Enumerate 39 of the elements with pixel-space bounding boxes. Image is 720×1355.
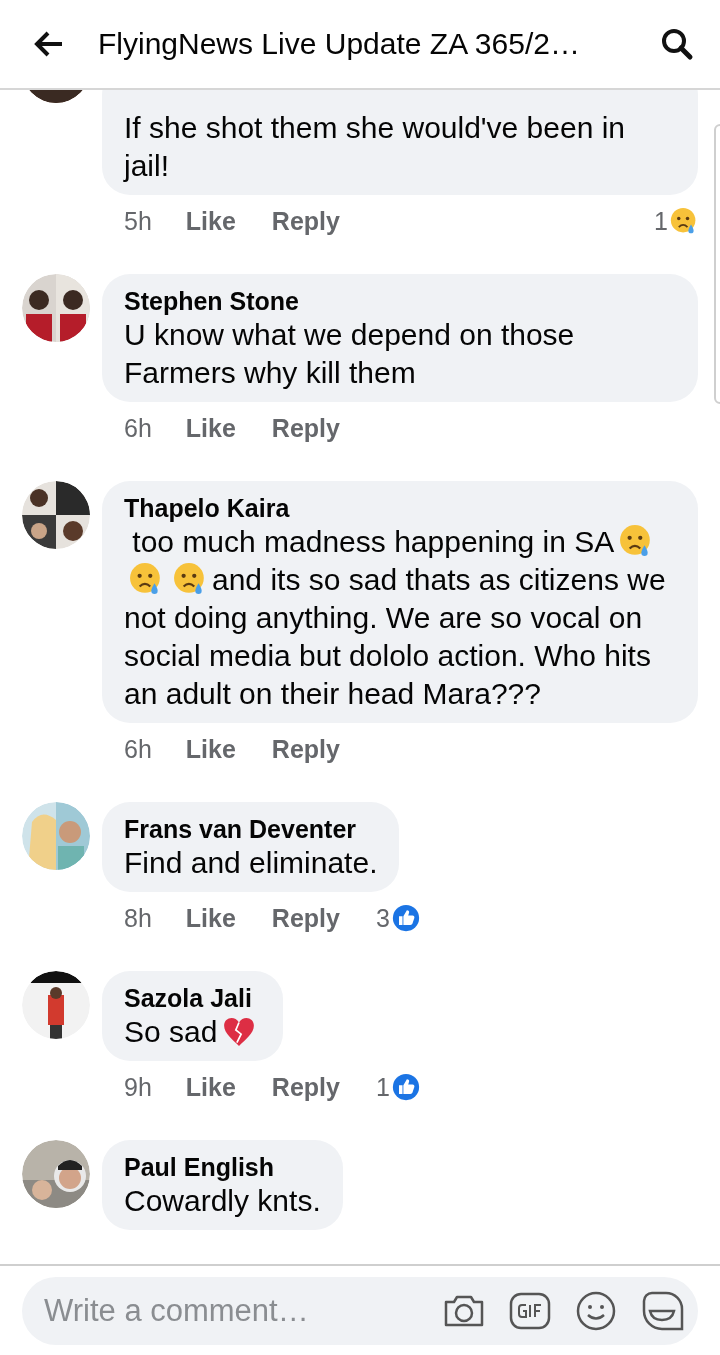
comment-text: too much madness happening in SA <box>131 525 615 558</box>
post-title: FlyingNews Live Update ZA 365/2… <box>98 27 581 61</box>
comment-text: So sad <box>124 1015 218 1048</box>
reaction-count: 3 <box>375 903 390 933</box>
reaction-count: 1 <box>375 1072 390 1102</box>
search-icon[interactable] <box>660 27 694 61</box>
like-link[interactable]: Like <box>185 206 236 236</box>
commenter-name[interactable]: Stephen Stone <box>124 286 676 316</box>
reaction-count: 1 <box>654 206 668 236</box>
sad-face-icon <box>129 562 163 596</box>
like-link[interactable]: Like <box>185 1072 236 1102</box>
commenter-name[interactable]: Frans van Deventer <box>124 814 378 844</box>
commenter-name[interactable]: Thapelo Kaira <box>124 493 676 523</box>
comment-text: Cowardly knts. <box>124 1184 321 1217</box>
reply-link[interactable]: Reply <box>271 734 340 764</box>
comment-text: Find and eliminate. <box>124 846 378 879</box>
comment-time: 6h <box>124 413 152 443</box>
comment-time: 6h <box>124 734 152 764</box>
commenter-name[interactable]: Paul English <box>124 1152 321 1182</box>
comment-time: 8h <box>124 903 152 933</box>
comment-time: 5h <box>124 206 152 236</box>
sad-face-icon <box>173 562 207 596</box>
thumbs-up-icon <box>391 1073 420 1101</box>
reply-link[interactable]: Reply <box>271 413 340 443</box>
comment-box[interactable]: Write a comment… <box>22 1276 698 1345</box>
commenter-name[interactable]: Sazola Jali <box>124 983 262 1013</box>
sad-face-icon <box>670 207 698 235</box>
like-link[interactable]: Like <box>185 903 236 933</box>
comment-text: not doing anything. We are so vocal on social media but dololo action. Who hits an adult on their head Mara??? <box>124 601 652 710</box>
like-link[interactable]: Like <box>185 413 236 443</box>
comment-text: U know what we depend on those Farmers why kill them <box>124 318 576 389</box>
comment-text: If she shot them she would've been in jail! <box>124 111 627 182</box>
comment-text: and its so sad thats as citizens we <box>212 563 666 596</box>
like-link[interactable]: Like <box>185 734 236 764</box>
comment-time: 9h <box>124 1072 152 1102</box>
reply-link[interactable]: Reply <box>271 903 340 933</box>
thumbs-up-icon <box>391 904 420 932</box>
reply-link[interactable]: Reply <box>271 1072 340 1102</box>
reply-link[interactable]: Reply <box>271 206 340 236</box>
